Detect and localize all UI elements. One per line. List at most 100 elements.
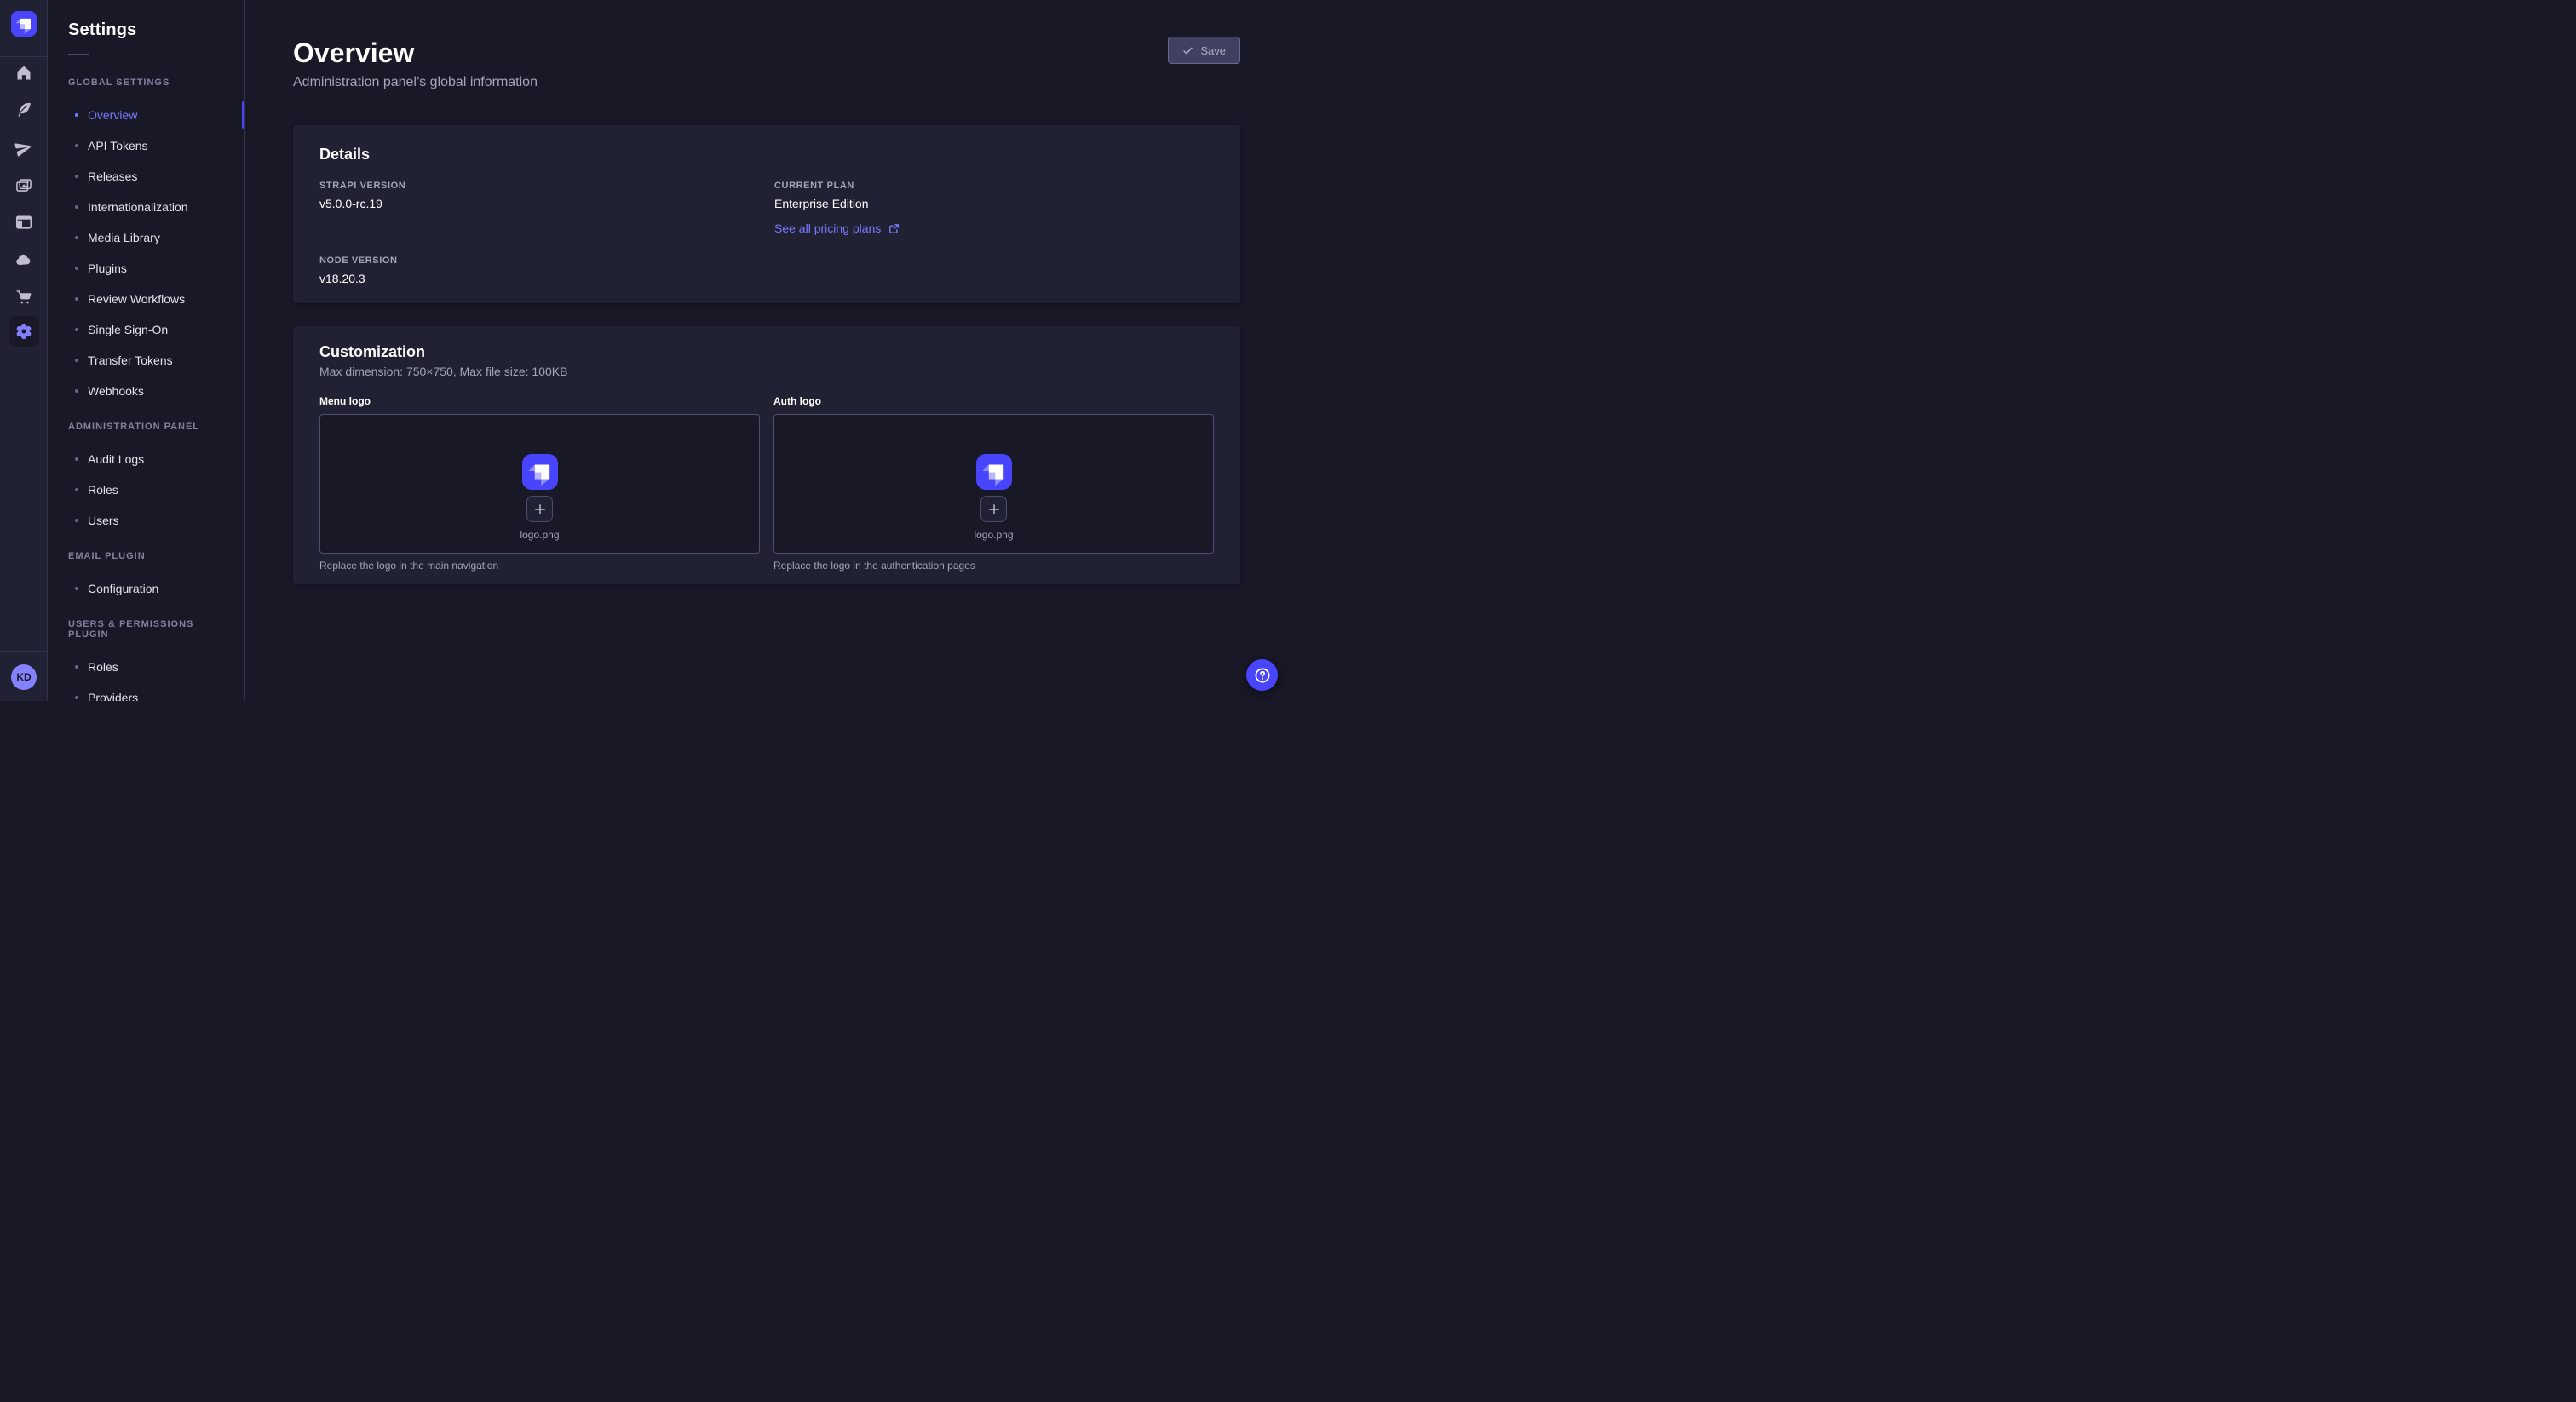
media-library-icon[interactable] — [14, 176, 33, 195]
sidebar-item-plugins[interactable]: Plugins — [68, 253, 224, 284]
menu-logo-preview — [522, 454, 558, 490]
bullet-icon — [75, 144, 78, 147]
feather-icon[interactable] — [14, 101, 33, 119]
sidebar-item-label: Releases — [88, 170, 137, 183]
bullet-icon — [75, 488, 78, 491]
menu-logo-upload: Menu logo logo.png Replace the logo in t… — [319, 394, 760, 572]
auth-logo-dropzone[interactable]: logo.png — [773, 414, 1214, 554]
strapi-logo-icon — [11, 11, 37, 37]
customization-constraints: Max dimension: 750×750, Max file size: 1… — [319, 365, 1214, 378]
sidebar-item-up-roles[interactable]: Roles — [68, 652, 224, 682]
sidebar-item-label: Plugins — [88, 261, 127, 275]
avatar[interactable]: KD — [11, 664, 37, 690]
settings-gear-icon[interactable] — [9, 316, 39, 347]
sidebar-item-label: Single Sign-On — [88, 323, 168, 336]
users-permissions-list: Roles Providers — [68, 652, 224, 701]
plus-icon — [987, 503, 1001, 516]
cloud-icon[interactable] — [14, 250, 33, 269]
sidebar-item-label: Roles — [88, 660, 118, 674]
current-plan-value: Enterprise Edition — [774, 197, 1214, 210]
auth-logo-caption: Replace the logo in the authentication p… — [773, 560, 1214, 572]
auth-logo-add-button[interactable] — [980, 496, 1007, 522]
details-right-column: CURRENT PLAN Enterprise Edition See all … — [774, 181, 1214, 285]
sidebar-item-audit-logs[interactable]: Audit Logs — [68, 444, 224, 474]
bullet-icon — [75, 297, 78, 301]
strapi-version-value: v5.0.0-rc.19 — [319, 197, 774, 210]
strapi-logo-icon — [522, 454, 558, 490]
menu-logo-dropzone[interactable]: logo.png — [319, 414, 760, 554]
sidebar-item-label: Users — [88, 514, 119, 527]
sidebar-item-label: Review Workflows — [88, 292, 185, 306]
sidebar-item-email-configuration[interactable]: Configuration — [68, 573, 224, 604]
menu-logo-add-button[interactable] — [526, 496, 553, 522]
customization-card: Customization Max dimension: 750×750, Ma… — [293, 326, 1240, 584]
sidebar-item-label: Internationalization — [88, 200, 188, 214]
nav-rail: KD — [0, 0, 48, 701]
external-link-icon — [888, 223, 900, 234]
sidebar-item-single-sign-on[interactable]: Single Sign-On — [68, 314, 224, 345]
paper-plane-icon[interactable] — [14, 139, 33, 158]
strapi-version-label: STRAPI VERSION — [319, 181, 774, 191]
bullet-icon — [75, 205, 78, 209]
layout-icon[interactable] — [14, 213, 33, 232]
sidebar-item-releases[interactable]: Releases — [68, 161, 224, 192]
sidebar-item-api-tokens[interactable]: API Tokens — [68, 130, 224, 161]
details-card: Details STRAPI VERSION v5.0.0-rc.19 NODE… — [293, 125, 1240, 303]
bullet-icon — [75, 175, 78, 178]
customization-card-title: Customization — [319, 343, 1214, 361]
sidebar-item-admin-roles[interactable]: Roles — [68, 474, 224, 505]
bullet-icon — [75, 267, 78, 270]
sidebar-item-overview[interactable]: Overview — [68, 100, 224, 130]
check-icon — [1182, 45, 1193, 56]
strapi-logo-icon — [976, 454, 1012, 490]
bullet-icon — [75, 519, 78, 522]
sidebar-item-admin-users[interactable]: Users — [68, 505, 224, 536]
bullet-icon — [75, 236, 78, 239]
auth-logo-upload: Auth logo logo.png Replace the logo in t… — [773, 394, 1214, 572]
home-icon[interactable] — [14, 64, 33, 83]
bullet-icon — [75, 113, 78, 117]
administration-panel-list: Audit Logs Roles Users — [68, 444, 224, 536]
marketplace-cart-icon[interactable] — [14, 288, 33, 307]
page-subtitle: Administration panel’s global informatio… — [293, 75, 1240, 90]
settings-sidebar: Settings GLOBAL SETTINGS Overview API To… — [48, 0, 245, 701]
sidebar-item-webhooks[interactable]: Webhooks — [68, 376, 224, 406]
bullet-icon — [75, 359, 78, 362]
node-version-value: v18.20.3 — [319, 272, 774, 285]
sidebar-item-label: Media Library — [88, 231, 160, 244]
sidebar-item-label: Roles — [88, 483, 118, 497]
strapi-version-field: STRAPI VERSION v5.0.0-rc.19 — [319, 181, 774, 210]
sidebar-title-divider — [68, 54, 89, 55]
sidebar-item-label: Webhooks — [88, 384, 144, 398]
sidebar-item-media-library[interactable]: Media Library — [68, 222, 224, 253]
rail-divider — [0, 56, 47, 57]
sidebar-item-label: Providers — [88, 691, 138, 701]
save-button[interactable]: Save — [1168, 37, 1240, 64]
current-plan-field: CURRENT PLAN Enterprise Edition — [774, 181, 1214, 210]
pricing-plans-link[interactable]: See all pricing plans — [774, 221, 900, 235]
bullet-icon — [75, 665, 78, 669]
question-mark-icon — [1253, 666, 1272, 685]
strapi-logo[interactable] — [11, 11, 37, 37]
bullet-icon — [75, 389, 78, 393]
sidebar-item-review-workflows[interactable]: Review Workflows — [68, 284, 224, 314]
sidebar-title: Settings — [68, 20, 224, 40]
node-version-field: NODE VERSION v18.20.3 — [319, 256, 774, 285]
menu-logo-filename: logo.png — [520, 529, 559, 541]
auth-logo-preview — [976, 454, 1012, 490]
active-indicator — [242, 101, 244, 129]
rail-bottom-divider — [0, 651, 47, 652]
email-plugin-list: Configuration — [68, 573, 224, 604]
sidebar-item-internationalization[interactable]: Internationalization — [68, 192, 224, 222]
sidebar-item-transfer-tokens[interactable]: Transfer Tokens — [68, 345, 224, 376]
help-button[interactable] — [1246, 659, 1278, 691]
plus-icon — [533, 503, 547, 516]
main-content: Overview Administration panel’s global i… — [245, 0, 1288, 701]
current-plan-label: CURRENT PLAN — [774, 181, 1214, 191]
sidebar-item-label: API Tokens — [88, 139, 148, 152]
sidebar-item-up-providers[interactable]: Providers — [68, 682, 224, 701]
sidebar-item-label: Overview — [88, 108, 137, 122]
section-email-plugin: EMAIL PLUGIN — [68, 551, 224, 561]
sidebar-item-label: Configuration — [88, 582, 158, 595]
sidebar-item-label: Transfer Tokens — [88, 353, 173, 367]
